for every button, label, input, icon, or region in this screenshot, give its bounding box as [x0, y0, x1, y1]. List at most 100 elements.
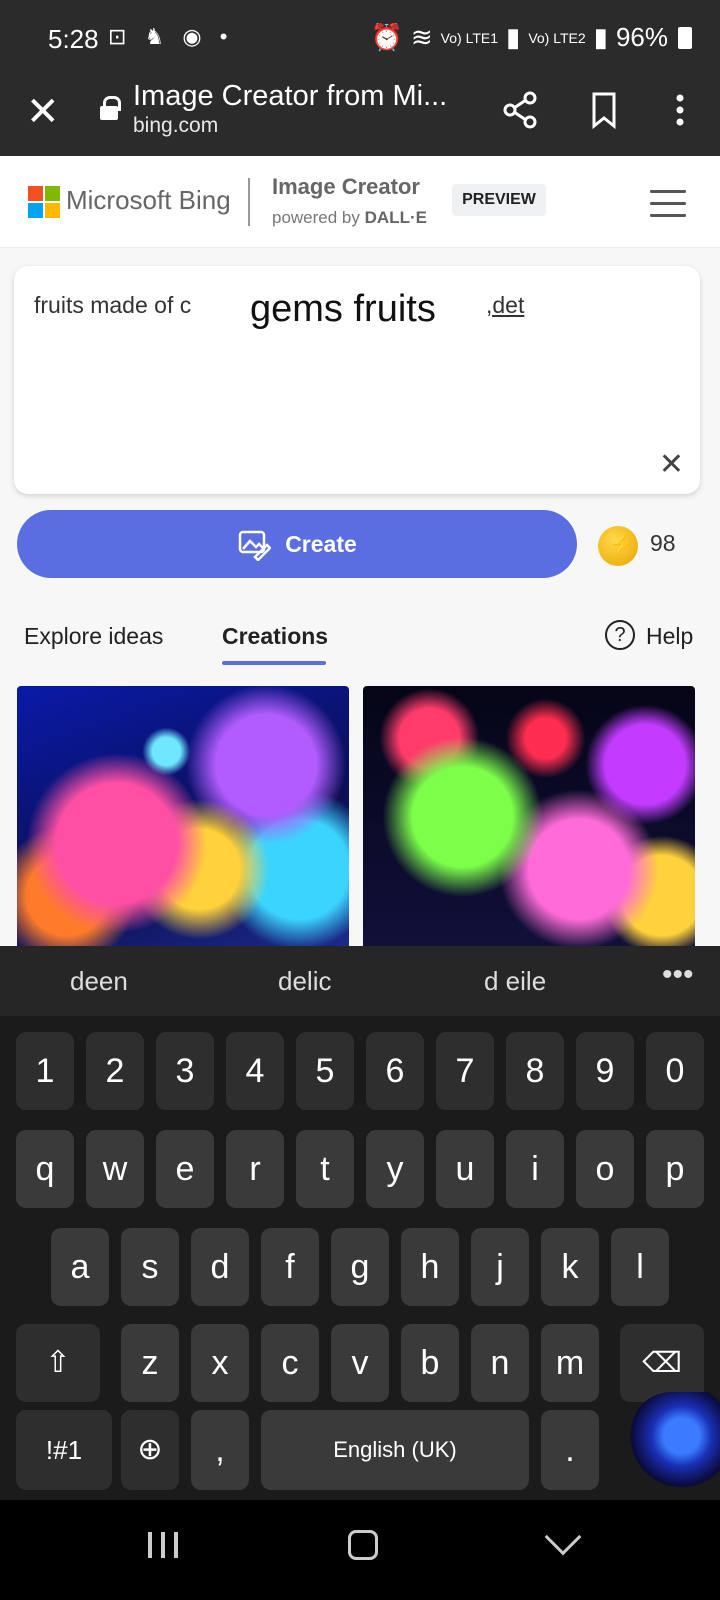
signal-icon: ▮ — [506, 22, 521, 52]
powered-by: powered by DALL·E — [272, 208, 427, 228]
page-title[interactable]: Image Creator from Mi... — [133, 80, 447, 113]
share-icon[interactable] — [498, 88, 542, 132]
key-p[interactable]: p — [646, 1130, 704, 1208]
image-edit-icon — [238, 530, 272, 561]
prompt-overlay-caption: gems fruits — [246, 288, 440, 331]
soft-keyboard: deen delic d eile ••• 1 2 3 4 5 6 7 8 9 … — [0, 946, 720, 1500]
key-n[interactable]: n — [471, 1324, 529, 1402]
back-icon[interactable] — [544, 1518, 582, 1556]
key-7[interactable]: 7 — [436, 1032, 494, 1110]
status-time: 5:28 — [48, 24, 99, 54]
battery-icon — [678, 26, 692, 49]
system-nav-bar — [0, 1500, 720, 1600]
sim2-signal: Vo) LTE2 — [528, 29, 586, 46]
recents-icon[interactable] — [148, 1532, 178, 1558]
powered-by-label: powered by — [272, 208, 360, 227]
signal-icon: ▮ — [593, 22, 608, 52]
dalle-brand: DALL·E — [364, 208, 427, 227]
key-u[interactable]: u — [436, 1130, 494, 1208]
key-l[interactable]: l — [611, 1228, 669, 1306]
key-comma[interactable]: , — [191, 1410, 249, 1490]
create-label: Create — [285, 530, 357, 557]
more-vert-icon[interactable] — [658, 88, 702, 132]
prompt-input[interactable]: fruits made of c gems fruits ,det ✕ — [14, 266, 700, 494]
key-2[interactable]: 2 — [86, 1032, 144, 1110]
key-a[interactable]: a — [51, 1228, 109, 1306]
key-0[interactable]: 0 — [646, 1032, 704, 1110]
key-z[interactable]: z — [121, 1324, 179, 1402]
alarm-icon: ⏰ — [370, 22, 403, 52]
wifi-icon: ≋ — [410, 22, 433, 52]
key-r[interactable]: r — [226, 1130, 284, 1208]
product-title[interactable]: Image Creator — [272, 174, 420, 200]
space-key[interactable]: English (UK) — [261, 1410, 529, 1490]
key-3[interactable]: 3 — [156, 1032, 214, 1110]
suggestion[interactable]: d eile — [484, 966, 546, 997]
key-period[interactable]: . — [541, 1410, 599, 1490]
lock-icon[interactable] — [100, 96, 121, 120]
creation-thumbnail[interactable] — [17, 686, 349, 948]
notification-icons: ⊡ ♞ ◉ • — [108, 24, 234, 49]
boost-icon[interactable] — [598, 526, 638, 566]
key-h[interactable]: h — [401, 1228, 459, 1306]
prompt-text[interactable]: fruits made of c — [34, 292, 191, 319]
key-o[interactable]: o — [576, 1130, 634, 1208]
bookmark-icon[interactable] — [582, 88, 626, 132]
globe-icon[interactable]: ⊕ — [121, 1410, 179, 1490]
page-host[interactable]: bing.com — [133, 114, 218, 138]
key-y[interactable]: y — [366, 1130, 424, 1208]
creation-thumbnail[interactable] — [363, 686, 695, 948]
key-4[interactable]: 4 — [226, 1032, 284, 1110]
key-j[interactable]: j — [471, 1228, 529, 1306]
suggestion-bar: deen delic d eile ••• — [0, 946, 720, 1016]
key-5[interactable]: 5 — [296, 1032, 354, 1110]
tab-creations[interactable]: Creations — [222, 623, 328, 650]
browser-toolbar: ✕ Image Creator from Mi... bing.com — [0, 80, 720, 156]
key-d[interactable]: d — [191, 1228, 249, 1306]
key-v[interactable]: v — [331, 1324, 389, 1402]
tab-explore-ideas[interactable]: Explore ideas — [24, 623, 163, 650]
key-i[interactable]: i — [506, 1130, 564, 1208]
brand-name[interactable]: Microsoft Bing — [66, 185, 231, 216]
more-horiz-icon[interactable]: ••• — [662, 958, 694, 992]
key-w[interactable]: w — [86, 1130, 144, 1208]
key-g[interactable]: g — [331, 1228, 389, 1306]
menu-icon[interactable] — [650, 190, 686, 218]
preview-badge: PREVIEW — [452, 184, 546, 216]
shift-key-icon[interactable]: ⇧ — [16, 1324, 100, 1402]
symbols-key[interactable]: !#1 — [16, 1410, 112, 1490]
home-icon[interactable] — [348, 1530, 378, 1560]
active-tab-indicator — [222, 661, 326, 665]
microsoft-logo-icon[interactable] — [28, 186, 60, 218]
help-icon[interactable]: ? — [605, 620, 635, 650]
key-t[interactable]: t — [296, 1130, 354, 1208]
key-s[interactable]: s — [121, 1228, 179, 1306]
create-button[interactable]: Create — [17, 510, 577, 578]
bing-header: Microsoft Bing Image Creator powered by … — [0, 156, 720, 248]
key-f[interactable]: f — [261, 1228, 319, 1306]
key-c[interactable]: c — [261, 1324, 319, 1402]
clear-icon[interactable]: ✕ — [659, 447, 684, 482]
help-link[interactable]: Help — [646, 623, 693, 650]
floating-assistant-icon[interactable] — [624, 1392, 720, 1502]
key-x[interactable]: x — [191, 1324, 249, 1402]
key-b[interactable]: b — [401, 1324, 459, 1402]
sim1-signal: Vo) LTE1 — [440, 29, 498, 46]
key-9[interactable]: 9 — [576, 1032, 634, 1110]
key-8[interactable]: 8 — [506, 1032, 564, 1110]
suggestion[interactable]: delic — [278, 966, 331, 997]
close-icon[interactable]: ✕ — [26, 90, 60, 134]
main-content: fruits made of c gems fruits ,det ✕ Crea… — [0, 248, 720, 948]
key-q[interactable]: q — [16, 1130, 74, 1208]
key-e[interactable]: e — [156, 1130, 214, 1208]
status-bar: 5:28 ⊡ ♞ ◉ • ⏰ ≋ Vo) LTE1 ▮ Vo) LTE2 ▮ 9… — [0, 0, 720, 80]
key-m[interactable]: m — [541, 1324, 599, 1402]
suggestion[interactable]: deen — [70, 966, 128, 997]
key-k[interactable]: k — [541, 1228, 599, 1306]
backspace-icon[interactable]: ⌫ — [620, 1324, 704, 1402]
prompt-composing-text[interactable]: ,det — [486, 292, 524, 319]
status-right-group: ⏰ ≋ Vo) LTE1 ▮ Vo) LTE2 ▮ 96% — [370, 22, 692, 53]
key-1[interactable]: 1 — [16, 1032, 74, 1110]
key-6[interactable]: 6 — [366, 1032, 424, 1110]
divider — [248, 178, 250, 226]
